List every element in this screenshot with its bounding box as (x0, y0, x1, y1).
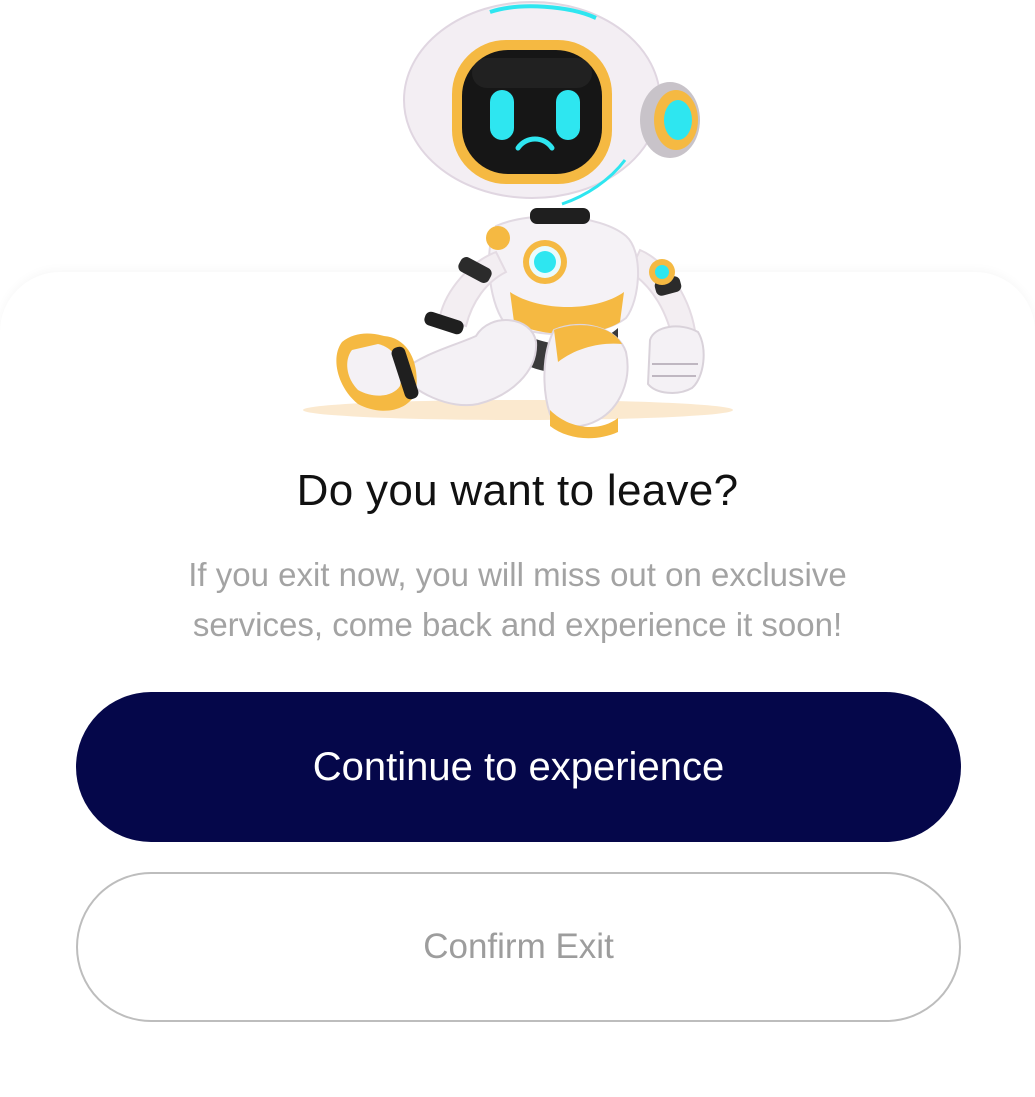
confirm-exit-button[interactable]: Confirm Exit (76, 872, 961, 1022)
continue-button-label: Continue to experience (312, 744, 725, 789)
sad-robot-icon (303, 1, 733, 439)
confirm-exit-button-label: Confirm Exit (423, 927, 614, 966)
dialog-message: If you exit now, you will miss out on ex… (188, 556, 847, 643)
continue-button[interactable]: Continue to experience (76, 692, 961, 842)
exit-dialog-screen: Do you want to leave? If you exit now, y… (0, 0, 1035, 1097)
dialog-title: Do you want to leave? (296, 466, 739, 515)
